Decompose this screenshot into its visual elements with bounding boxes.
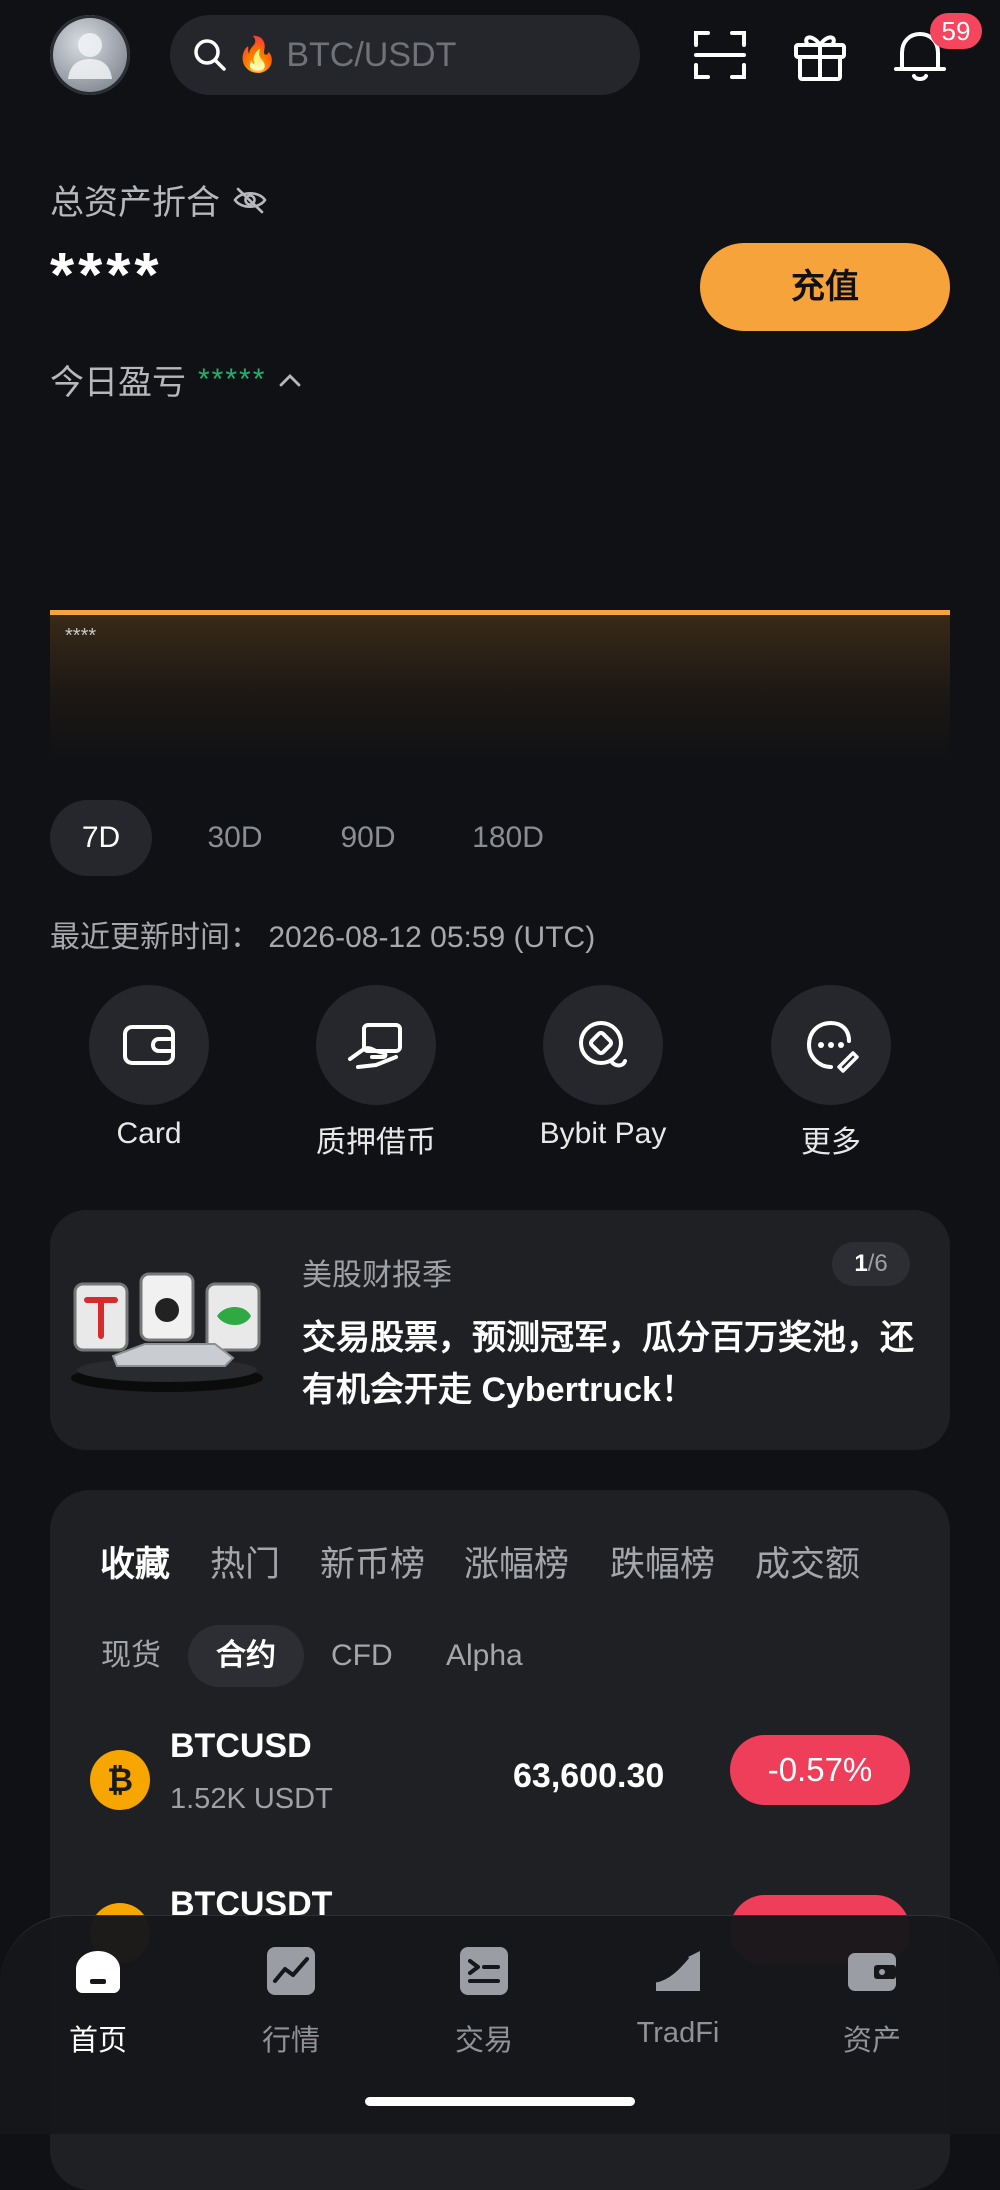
- quick-action-card[interactable]: Card: [69, 985, 229, 1151]
- eye-off-icon[interactable]: [232, 185, 268, 215]
- pnl-value: *****: [198, 362, 267, 396]
- banner-pagination: 1/6: [832, 1242, 910, 1286]
- row-change-badge[interactable]: -0.57%: [730, 1735, 910, 1805]
- subtab-alpha[interactable]: Alpha: [418, 1625, 551, 1687]
- banner-page-total: /6: [867, 1250, 888, 1277]
- nav-home[interactable]: 首页: [28, 1945, 168, 2059]
- home-indicator[interactable]: [365, 2097, 635, 2106]
- avatar[interactable]: [50, 15, 130, 95]
- banner-page-current: 1: [854, 1250, 868, 1277]
- market-row[interactable]: ₿ BTCUSD 1.52K USDT 63,600.30 -0.57%: [50, 1725, 950, 1845]
- home-icon: [76, 1951, 120, 1993]
- nav-label: 行情: [261, 2025, 320, 2057]
- subtab-futures[interactable]: 合约: [188, 1625, 304, 1687]
- pay-icon: [579, 1021, 627, 1068]
- market-tab-favorites[interactable]: 收藏: [100, 1536, 170, 1587]
- total-assets-value: ****: [50, 241, 163, 310]
- period-tab-180d[interactable]: 180D: [452, 800, 564, 876]
- trade-icon: [460, 1947, 508, 1995]
- btc-coin-icon: ₿: [90, 1750, 150, 1810]
- today-pnl: 今日盈亏 *****: [50, 355, 302, 404]
- gift-icon[interactable]: [790, 25, 850, 85]
- market-tab-losers[interactable]: 跌幅榜: [610, 1536, 715, 1587]
- nav-market[interactable]: 行情: [221, 1945, 361, 2059]
- total-assets-text: 总资产折合: [50, 184, 220, 222]
- period-tab-30d[interactable]: 30D: [185, 800, 285, 876]
- quick-action-label: Card: [116, 1117, 182, 1150]
- row-volume: 1.52K USDT: [170, 1783, 333, 1815]
- tradfi-icon: [655, 1951, 700, 1991]
- promo-banner[interactable]: 美股财报季 1/6 交易股票，预测冠军，瓜分百万奖池，还有机会开走 Cybert…: [50, 1210, 950, 1450]
- nav-assets[interactable]: 资产: [802, 1945, 942, 2059]
- row-price: 63,600.30: [513, 1757, 665, 1795]
- chevron-up-icon[interactable]: [278, 372, 302, 388]
- market-tab-gainers[interactable]: 涨幅榜: [464, 1536, 569, 1587]
- last-updated: 最近更新时间： 2026-08-12 05:59 (UTC): [50, 912, 595, 956]
- nav-label: 交易: [454, 2025, 513, 2057]
- total-assets-label: 总资产折合: [50, 175, 268, 224]
- last-updated-label: 最近更新时间：: [50, 921, 260, 954]
- subtab-spot[interactable]: 现货: [73, 1625, 189, 1687]
- user-icon: [68, 33, 112, 79]
- market-tab-volume[interactable]: 成交额: [755, 1536, 860, 1587]
- market-chart-icon: [267, 1947, 315, 1995]
- promo-illustration: [71, 1272, 263, 1392]
- scan-icon[interactable]: [690, 25, 750, 85]
- search-icon: [194, 39, 226, 71]
- chart-masked-value: ****: [65, 625, 97, 647]
- deposit-button[interactable]: 充值: [700, 243, 950, 331]
- market-tab-hot[interactable]: 热门: [210, 1536, 280, 1587]
- quick-action-label: 更多: [801, 1126, 861, 1159]
- period-tab-90d[interactable]: 90D: [318, 800, 418, 876]
- fire-icon: 🔥: [236, 36, 279, 74]
- nav-label: 资产: [842, 2025, 901, 2057]
- more-icon: [806, 1020, 859, 1073]
- banner-title: 交易股票，预测冠军，瓜分百万奖池，还有机会开走 Cybertruck！: [302, 1319, 914, 1409]
- nav-label: TradFi: [636, 2017, 720, 2049]
- row-symbol: BTCUSD: [170, 1727, 312, 1765]
- quick-action-loan[interactable]: 质押借币: [296, 985, 456, 1161]
- quick-action-bybit-pay[interactable]: Bybit Pay: [523, 985, 683, 1151]
- nav-label: 首页: [68, 2025, 127, 2057]
- quick-action-label: 质押借币: [316, 1126, 436, 1159]
- pnl-chart-area: [50, 612, 950, 762]
- market-tab-new[interactable]: 新币榜: [320, 1536, 425, 1587]
- search-placeholder: BTC/USDT: [286, 35, 457, 74]
- period-tab-7d[interactable]: 7D: [50, 800, 152, 876]
- wallet-icon: [123, 1025, 175, 1065]
- quick-action-label: Bybit Pay: [539, 1117, 667, 1150]
- notification-badge: 59: [930, 13, 982, 49]
- nav-trade[interactable]: 交易: [414, 1945, 554, 2059]
- asset-wallet-icon: [848, 1953, 896, 1991]
- last-updated-time: 2026-08-12 05:59 (UTC): [268, 921, 596, 954]
- subtab-cfd[interactable]: CFD: [303, 1625, 421, 1687]
- loan-hand-icon: [348, 1023, 402, 1069]
- pnl-chart-line: [50, 610, 950, 615]
- search-bar[interactable]: 🔥 BTC/USDT: [170, 15, 640, 95]
- banner-category: 美股财报季: [302, 1259, 452, 1292]
- nav-tradfi[interactable]: TradFi: [608, 1945, 748, 2050]
- pnl-label: 今日盈亏: [50, 364, 186, 402]
- quick-action-more[interactable]: 更多: [751, 985, 911, 1161]
